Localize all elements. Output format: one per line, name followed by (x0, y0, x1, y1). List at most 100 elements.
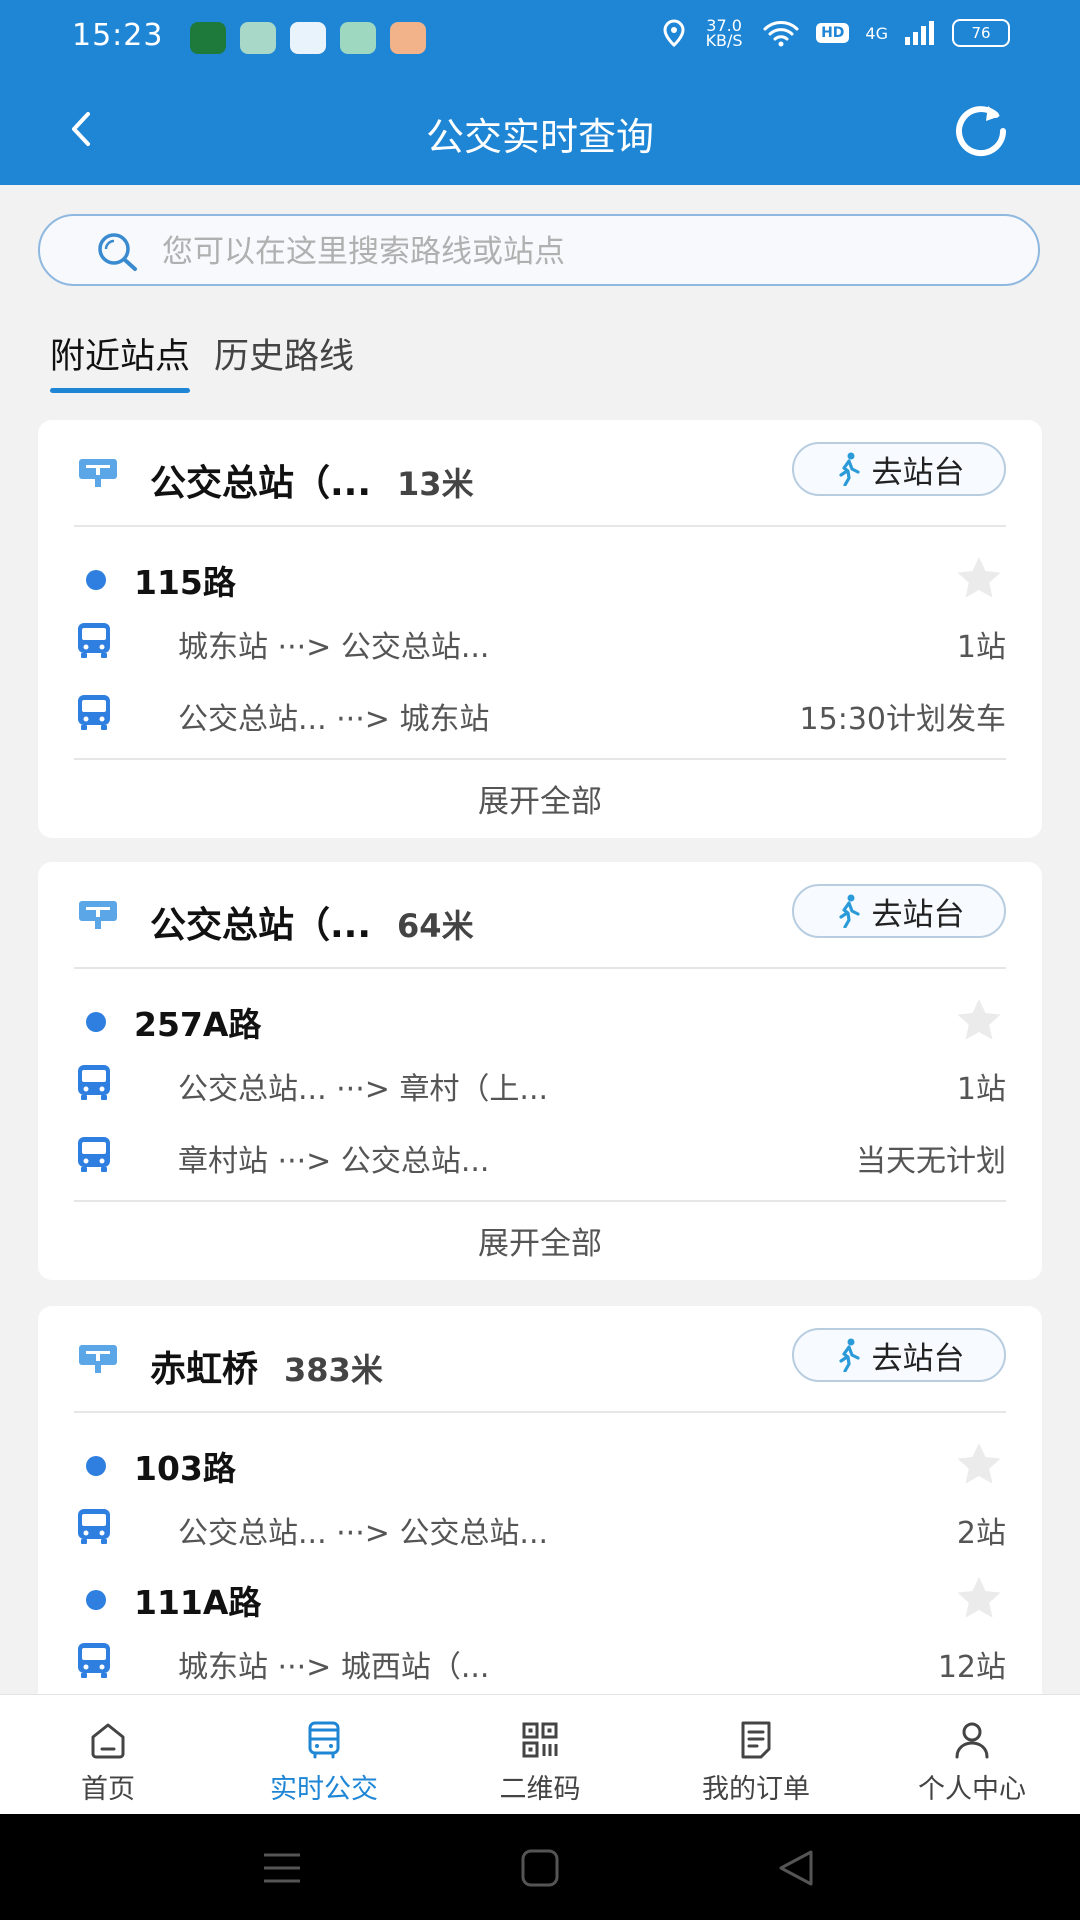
status-time: 15:23 (72, 18, 164, 53)
favorite-star-icon[interactable] (954, 554, 1004, 604)
station-distance: 13米 (397, 465, 474, 503)
expand-all-button[interactable]: 展开全部 (38, 776, 1042, 821)
search-input[interactable] (160, 226, 1014, 278)
nav-qr-code[interactable]: 二维码 (432, 1695, 648, 1815)
bus-stop-icon (79, 459, 117, 487)
station-distance: 383米 (284, 1351, 383, 1389)
person-icon (955, 1722, 989, 1759)
search-bar[interactable] (38, 214, 1040, 286)
station-name: 公交总站（... (150, 463, 372, 504)
favorite-star-icon[interactable] (954, 996, 1004, 1046)
bus-icon (78, 1065, 110, 1100)
station-header: 赤虹桥 383米 去站台 (38, 1306, 1042, 1411)
direction-from: 章村站 (178, 1144, 268, 1179)
route-direction-row[interactable]: 公交总站... ···> 章村（上... 1站 (74, 1058, 1006, 1108)
bus-stop-icon (79, 901, 117, 929)
direction-from: 城东站 (178, 1650, 268, 1685)
favorite-star-icon[interactable] (954, 1574, 1004, 1624)
route-direction-row[interactable]: 城东站 ···> 公交总站... 1站 (74, 616, 1006, 666)
station-card: 公交总站（... 64米 去站台 257A路 公交总站... ···> 章村（上.… (38, 862, 1042, 1280)
route-name[interactable]: 111A路 (134, 1576, 261, 1624)
divider (74, 1200, 1006, 1202)
direction-info: 1站 (956, 1072, 1006, 1107)
direction-info: 当天无计划 (856, 1144, 1006, 1179)
expand-all-button[interactable]: 展开全部 (38, 1218, 1042, 1263)
route-direction-row[interactable]: 章村站 ···> 公交总站... 当天无计划 (74, 1130, 1006, 1180)
direction-from: 公交总站... (178, 1072, 327, 1107)
divider (74, 967, 1006, 969)
direction-to: 公交总站... (399, 1516, 549, 1551)
route-direction-row[interactable]: 公交总站... ···> 公交总站... 2站 (74, 1502, 1006, 1552)
order-icon (741, 1721, 771, 1759)
nav-label: 实时公交 (270, 1774, 378, 1805)
nav-label: 二维码 (499, 1774, 581, 1805)
nav-label: 个人中心 (918, 1774, 1026, 1805)
nav-personal-center[interactable]: 个人中心 (864, 1695, 1080, 1815)
nav-realtime-bus[interactable]: 实时公交 (216, 1695, 432, 1815)
route-direction-row[interactable]: 城东站 ···> 城西站（... 12站 (74, 1636, 1006, 1686)
direction-text: 公交总站... ···> 城东站 (178, 702, 490, 737)
route-dot (86, 570, 106, 590)
direction-info: 2站 (956, 1516, 1006, 1551)
direction-to: 公交总站... (340, 1144, 490, 1179)
divider (74, 525, 1006, 527)
direction-from: 公交总站... (178, 1516, 327, 1551)
direction-info: 1站 (956, 630, 1006, 665)
route-name[interactable]: 115路 (134, 556, 236, 604)
favorite-star-icon[interactable] (954, 1440, 1004, 1490)
direction-to: 公交总站... (340, 630, 490, 665)
go-to-station-button[interactable]: 去站台 (792, 1328, 1006, 1382)
system-navigation-bar (0, 1814, 1080, 1920)
tab-nearby-stations[interactable]: 附近站点 (50, 328, 191, 393)
signal-label: 4G (865, 23, 888, 43)
bus-icon (78, 1509, 110, 1544)
menu-icon[interactable] (262, 1852, 302, 1884)
go-to-station-button[interactable]: 去站台 (792, 884, 1006, 938)
station-card: 赤虹桥 383米 去站台 103路 公交总站... ···> 公交总站... 2站… (38, 1306, 1042, 1726)
route-dot (86, 1590, 106, 1610)
back-button-icon[interactable] (776, 1848, 816, 1888)
go-to-station-label: 去站台 (871, 454, 965, 491)
location-icon (663, 19, 685, 47)
direction-to: 城东站 (399, 702, 490, 737)
go-to-station-button[interactable]: 去站台 (792, 442, 1006, 496)
nav-label: 首页 (81, 1774, 135, 1805)
nav-my-orders[interactable]: 我的订单 (648, 1695, 864, 1815)
station-header: 公交总站（... 64米 去站台 (38, 862, 1042, 967)
go-to-station-label: 去站台 (871, 1340, 965, 1377)
app-notification-icon (340, 22, 376, 54)
walking-icon (838, 1338, 860, 1372)
station-header: 公交总站（... 13米 去站台 (38, 420, 1042, 525)
station-name-line: 公交总站（... 13米 (150, 454, 474, 506)
signal-icon (905, 21, 934, 45)
direction-text: 城东站 ···> 公交总站... (178, 630, 490, 665)
walking-icon (838, 452, 860, 486)
direction-to: 章村（上... (399, 1072, 549, 1107)
net-speed: 37.0 KB/S (705, 16, 743, 50)
refresh-icon[interactable] (948, 100, 1014, 162)
tab-history-routes[interactable]: 历史路线 (214, 328, 354, 393)
home-button-icon[interactable] (520, 1848, 560, 1888)
notification-icons (190, 22, 426, 54)
route-name[interactable]: 103路 (134, 1442, 236, 1490)
app-notification-icon (190, 22, 226, 54)
direction-text: 公交总站... ···> 公交总站... (178, 1516, 549, 1551)
app-notification-icon (290, 22, 326, 54)
app-notification-icon (240, 22, 276, 54)
route-direction-row[interactable]: 公交总站... ···> 城东站 15:30计划发车 (74, 688, 1006, 738)
wifi-icon (763, 21, 799, 47)
route-name[interactable]: 257A路 (134, 998, 261, 1046)
nav-home[interactable]: 首页 (0, 1695, 216, 1815)
bus-icon (78, 1643, 110, 1678)
walking-icon (838, 894, 860, 928)
station-name-line: 公交总站（... 64米 (150, 896, 474, 948)
home-icon (91, 1723, 125, 1759)
bus-icon (78, 1137, 110, 1172)
tab-bar: 附近站点 历史路线 (50, 328, 354, 393)
battery-indicator: 76 (952, 19, 1010, 47)
qr-code-icon (522, 1722, 558, 1758)
direction-from: 城东站 (178, 630, 268, 665)
station-distance: 64米 (397, 907, 474, 945)
bus-stop-icon (79, 1345, 117, 1373)
direction-from: 公交总站... (178, 702, 327, 737)
